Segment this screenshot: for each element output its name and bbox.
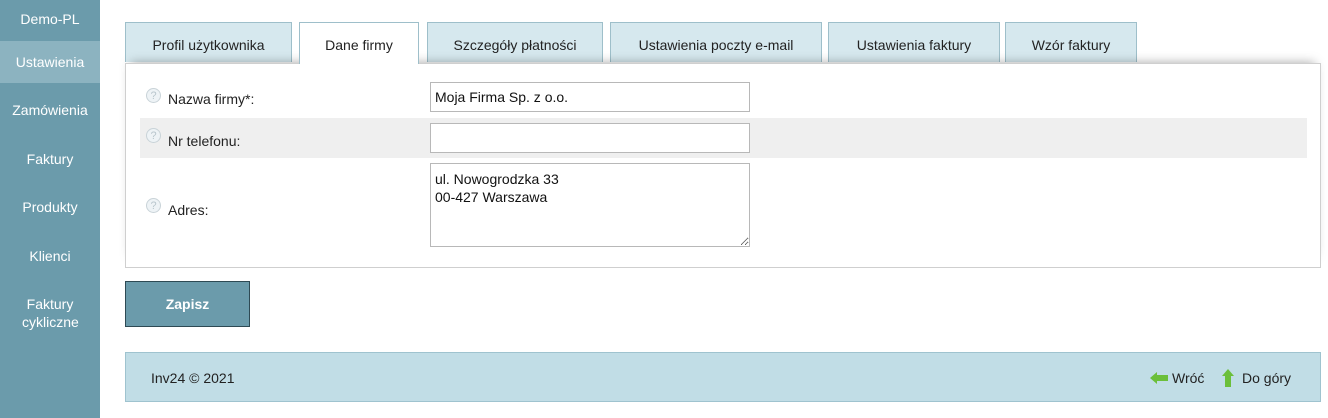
phone-input[interactable] xyxy=(430,123,750,153)
help-icon[interactable]: ? xyxy=(146,88,161,103)
phone-label: Nr telefonu: xyxy=(168,133,241,149)
company-name-input[interactable] xyxy=(430,82,750,112)
sidebar-item-produkty[interactable]: Produkty xyxy=(0,197,100,217)
save-button[interactable]: Zapisz xyxy=(125,281,250,327)
address-textarea[interactable]: ul. Nowogrodzka 33 00-427 Warszawa xyxy=(430,163,750,247)
sidebar-item-faktury[interactable]: Faktury xyxy=(0,149,100,169)
tab-ustawienia-poczty[interactable]: Ustawienia poczty e-mail xyxy=(610,22,822,62)
address-label: Adres: xyxy=(168,202,209,218)
tab-dane-firmy[interactable]: Dane firmy xyxy=(299,22,419,64)
tab-wzor-faktury[interactable]: Wzór faktury xyxy=(1005,22,1137,62)
footer: Inv24 © 2021 Wróć Do góry xyxy=(125,352,1321,402)
tab-ustawienia-faktury[interactable]: Ustawienia faktury xyxy=(828,22,1000,62)
back-link[interactable]: Wróć xyxy=(1172,370,1204,386)
account-name: Demo-PL xyxy=(20,11,80,27)
sidebar-item-ustawienia[interactable]: Ustawienia xyxy=(0,41,100,83)
back-arrow-icon[interactable] xyxy=(1150,371,1168,385)
tab-szczegoly-platnosci[interactable]: Szczegóły płatności xyxy=(427,22,603,62)
form-row-company: ? Nazwa firmy*: xyxy=(140,78,1307,118)
company-name-label: Nazwa firmy*: xyxy=(168,91,255,107)
up-arrow-icon[interactable] xyxy=(1221,369,1235,387)
company-form-panel: ? Nazwa firmy*: ? Nr telefonu: ? Adres: … xyxy=(125,63,1321,268)
copyright-text: Inv24 © 2021 xyxy=(151,370,235,386)
help-icon[interactable]: ? xyxy=(146,198,161,213)
help-icon[interactable]: ? xyxy=(146,128,161,143)
sidebar-item-klienci[interactable]: Klienci xyxy=(0,246,100,266)
sidebar-item-zamowienia[interactable]: Zamówienia xyxy=(0,100,100,120)
form-row-address: ? Adres: ul. Nowogrodzka 33 00-427 Warsz… xyxy=(140,158,1307,252)
sidebar: Demo-PL Ustawienia Zamówienia Faktury Pr… xyxy=(0,0,100,418)
top-link[interactable]: Do góry xyxy=(1242,370,1291,386)
form-row-phone: ? Nr telefonu: xyxy=(140,118,1307,158)
sidebar-item-faktury-cykliczne[interactable]: Faktury cykliczne xyxy=(0,295,100,331)
tab-profil-uzytkownika[interactable]: Profil użytkownika xyxy=(125,22,292,62)
